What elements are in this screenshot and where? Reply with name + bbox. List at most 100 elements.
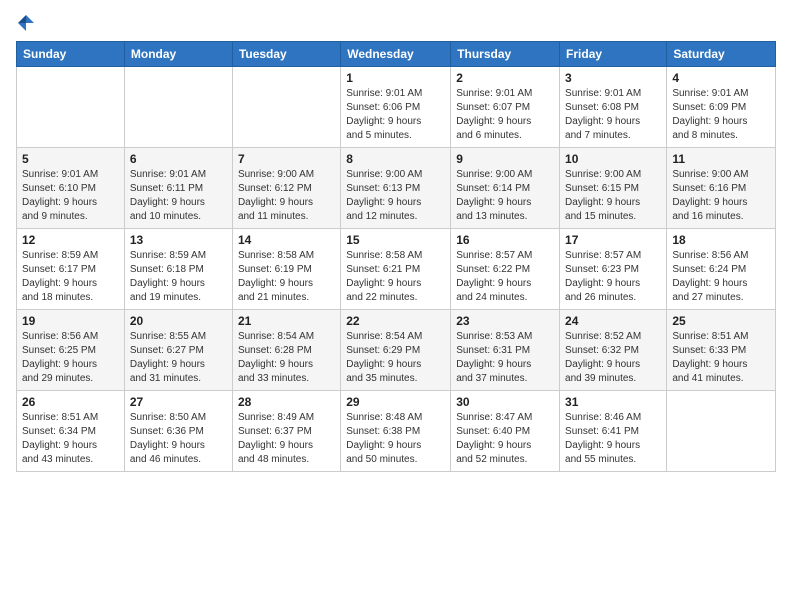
day-info: Sunrise: 8:51 AM Sunset: 6:34 PM Dayligh… (22, 411, 119, 467)
day-info: Sunrise: 9:01 AM Sunset: 6:11 PM Dayligh… (130, 168, 227, 224)
calendar-day-cell: 11 Sunrise: 9:00 AM Sunset: 6:16 PM Dayli… (667, 148, 776, 229)
day-info: Sunrise: 8:54 AM Sunset: 6:28 PM Dayligh… (238, 330, 335, 386)
calendar-day-cell: 5 Sunrise: 9:01 AM Sunset: 6:10 PM Daylig… (17, 148, 125, 229)
logo-icon (16, 13, 36, 33)
day-info: Sunrise: 8:57 AM Sunset: 6:23 PM Dayligh… (565, 249, 661, 305)
day-info: Sunrise: 8:58 AM Sunset: 6:19 PM Dayligh… (238, 249, 335, 305)
day-info: Sunrise: 9:00 AM Sunset: 6:16 PM Dayligh… (672, 168, 770, 224)
day-number: 19 (22, 314, 119, 328)
day-number: 29 (346, 395, 445, 409)
calendar-day-cell: 18Sunrise: 8:56 AM Sunset: 6:24 PM Dayli… (667, 229, 776, 310)
day-number: 5 (22, 152, 119, 166)
calendar-day-cell: 30 Sunrise: 8:47 AM Sunset: 6:40 PM Dayli… (451, 391, 560, 472)
day-number: 2 (456, 71, 554, 85)
day-info: Sunrise: 9:00 AM Sunset: 6:13 PM Dayligh… (346, 168, 445, 224)
calendar-day-cell: 7 Sunrise: 9:00 AM Sunset: 6:12 PM Daylig… (232, 148, 340, 229)
calendar-day-cell: 17 Sunrise: 8:57 AM Sunset: 6:23 PM Dayli… (560, 229, 667, 310)
day-number: 13 (130, 233, 227, 247)
day-number: 14 (238, 233, 335, 247)
calendar-day-cell: 15Sunrise: 8:58 AM Sunset: 6:21 PM Dayli… (341, 229, 451, 310)
day-info: Sunrise: 8:59 AM Sunset: 6:17 PM Dayligh… (22, 249, 119, 305)
day-info: Sunrise: 8:55 AM Sunset: 6:27 PM Dayligh… (130, 330, 227, 386)
day-info: Sunrise: 8:50 AM Sunset: 6:36 PM Dayligh… (130, 411, 227, 467)
calendar-week-row: 12 Sunrise: 8:59 AM Sunset: 6:17 PM Dayli… (17, 229, 776, 310)
calendar-day-cell: 24 Sunrise: 8:52 AM Sunset: 6:32 PM Dayli… (560, 310, 667, 391)
day-number: 18 (672, 233, 770, 247)
day-info: Sunrise: 8:56 AM Sunset: 6:25 PM Dayligh… (22, 330, 119, 386)
calendar-day-cell: 13 Sunrise: 8:59 AM Sunset: 6:18 PM Dayli… (124, 229, 232, 310)
logo (16, 12, 40, 33)
calendar-day-cell: 12 Sunrise: 8:59 AM Sunset: 6:17 PM Dayli… (17, 229, 125, 310)
calendar-day-cell: 25Sunrise: 8:51 AM Sunset: 6:33 PM Dayli… (667, 310, 776, 391)
calendar-day-cell (17, 67, 125, 148)
day-info: Sunrise: 9:01 AM Sunset: 6:09 PM Dayligh… (672, 87, 770, 143)
day-number: 20 (130, 314, 227, 328)
day-number: 10 (565, 152, 661, 166)
day-number: 7 (238, 152, 335, 166)
calendar-day-cell: 31 Sunrise: 8:46 AM Sunset: 6:41 PM Dayli… (560, 391, 667, 472)
day-number: 17 (565, 233, 661, 247)
calendar-day-cell: 21Sunrise: 8:54 AM Sunset: 6:28 PM Dayli… (232, 310, 340, 391)
calendar-day-cell: 14 Sunrise: 8:58 AM Sunset: 6:19 PM Dayli… (232, 229, 340, 310)
calendar-week-row: 1 Sunrise: 9:01 AM Sunset: 6:06 PM Daylig… (17, 67, 776, 148)
calendar-day-cell: 22 Sunrise: 8:54 AM Sunset: 6:29 PM Dayli… (341, 310, 451, 391)
calendar-day-cell: 10Sunrise: 9:00 AM Sunset: 6:15 PM Dayli… (560, 148, 667, 229)
calendar-table: SundayMondayTuesdayWednesdayThursdayFrid… (16, 41, 776, 472)
calendar-day-cell: 16 Sunrise: 8:57 AM Sunset: 6:22 PM Dayli… (451, 229, 560, 310)
day-number: 23 (456, 314, 554, 328)
calendar-day-cell: 1 Sunrise: 9:01 AM Sunset: 6:06 PM Daylig… (341, 67, 451, 148)
calendar-day-cell: 29 Sunrise: 8:48 AM Sunset: 6:38 PM Dayli… (341, 391, 451, 472)
day-number: 12 (22, 233, 119, 247)
calendar-day-cell: 4Sunrise: 9:01 AM Sunset: 6:09 PM Daylig… (667, 67, 776, 148)
day-number: 26 (22, 395, 119, 409)
day-number: 1 (346, 71, 445, 85)
day-number: 11 (672, 152, 770, 166)
weekday-header-cell: Tuesday (232, 42, 340, 67)
calendar-day-cell (124, 67, 232, 148)
day-number: 25 (672, 314, 770, 328)
day-info: Sunrise: 8:47 AM Sunset: 6:40 PM Dayligh… (456, 411, 554, 467)
calendar-day-cell: 27 Sunrise: 8:50 AM Sunset: 6:36 PM Dayli… (124, 391, 232, 472)
day-number: 30 (456, 395, 554, 409)
weekday-header-cell: Thursday (451, 42, 560, 67)
calendar-day-cell: 6 Sunrise: 9:01 AM Sunset: 6:11 PM Daylig… (124, 148, 232, 229)
day-info: Sunrise: 8:54 AM Sunset: 6:29 PM Dayligh… (346, 330, 445, 386)
day-info: Sunrise: 8:57 AM Sunset: 6:22 PM Dayligh… (456, 249, 554, 305)
day-info: Sunrise: 8:49 AM Sunset: 6:37 PM Dayligh… (238, 411, 335, 467)
day-info: Sunrise: 9:00 AM Sunset: 6:14 PM Dayligh… (456, 168, 554, 224)
day-number: 9 (456, 152, 554, 166)
day-number: 3 (565, 71, 661, 85)
calendar-day-cell: 2 Sunrise: 9:01 AM Sunset: 6:07 PM Daylig… (451, 67, 560, 148)
calendar-day-cell: 3Sunrise: 9:01 AM Sunset: 6:08 PM Daylig… (560, 67, 667, 148)
calendar-week-row: 26 Sunrise: 8:51 AM Sunset: 6:34 PM Dayli… (17, 391, 776, 472)
calendar-day-cell: 9 Sunrise: 9:00 AM Sunset: 6:14 PM Daylig… (451, 148, 560, 229)
page: SundayMondayTuesdayWednesdayThursdayFrid… (0, 0, 792, 612)
day-info: Sunrise: 8:53 AM Sunset: 6:31 PM Dayligh… (456, 330, 554, 386)
day-number: 24 (565, 314, 661, 328)
calendar-day-cell: 23 Sunrise: 8:53 AM Sunset: 6:31 PM Dayli… (451, 310, 560, 391)
day-number: 16 (456, 233, 554, 247)
day-info: Sunrise: 9:01 AM Sunset: 6:10 PM Dayligh… (22, 168, 119, 224)
day-number: 22 (346, 314, 445, 328)
day-number: 8 (346, 152, 445, 166)
day-number: 28 (238, 395, 335, 409)
weekday-header-cell: Saturday (667, 42, 776, 67)
day-number: 31 (565, 395, 661, 409)
weekday-header-cell: Monday (124, 42, 232, 67)
day-number: 6 (130, 152, 227, 166)
day-info: Sunrise: 9:00 AM Sunset: 6:12 PM Dayligh… (238, 168, 335, 224)
day-info: Sunrise: 8:48 AM Sunset: 6:38 PM Dayligh… (346, 411, 445, 467)
day-number: 27 (130, 395, 227, 409)
day-info: Sunrise: 8:52 AM Sunset: 6:32 PM Dayligh… (565, 330, 661, 386)
weekday-header-row: SundayMondayTuesdayWednesdayThursdayFrid… (17, 42, 776, 67)
weekday-header-cell: Friday (560, 42, 667, 67)
calendar-day-cell (667, 391, 776, 472)
day-info: Sunrise: 9:01 AM Sunset: 6:07 PM Dayligh… (456, 87, 554, 143)
day-info: Sunrise: 8:59 AM Sunset: 6:18 PM Dayligh… (130, 249, 227, 305)
calendar-body: 1 Sunrise: 9:01 AM Sunset: 6:06 PM Daylig… (17, 67, 776, 472)
calendar-day-cell: 20 Sunrise: 8:55 AM Sunset: 6:27 PM Dayli… (124, 310, 232, 391)
weekday-header-cell: Wednesday (341, 42, 451, 67)
day-info: Sunrise: 8:46 AM Sunset: 6:41 PM Dayligh… (565, 411, 661, 467)
day-info: Sunrise: 9:01 AM Sunset: 6:06 PM Dayligh… (346, 87, 445, 143)
weekday-header-cell: Sunday (17, 42, 125, 67)
